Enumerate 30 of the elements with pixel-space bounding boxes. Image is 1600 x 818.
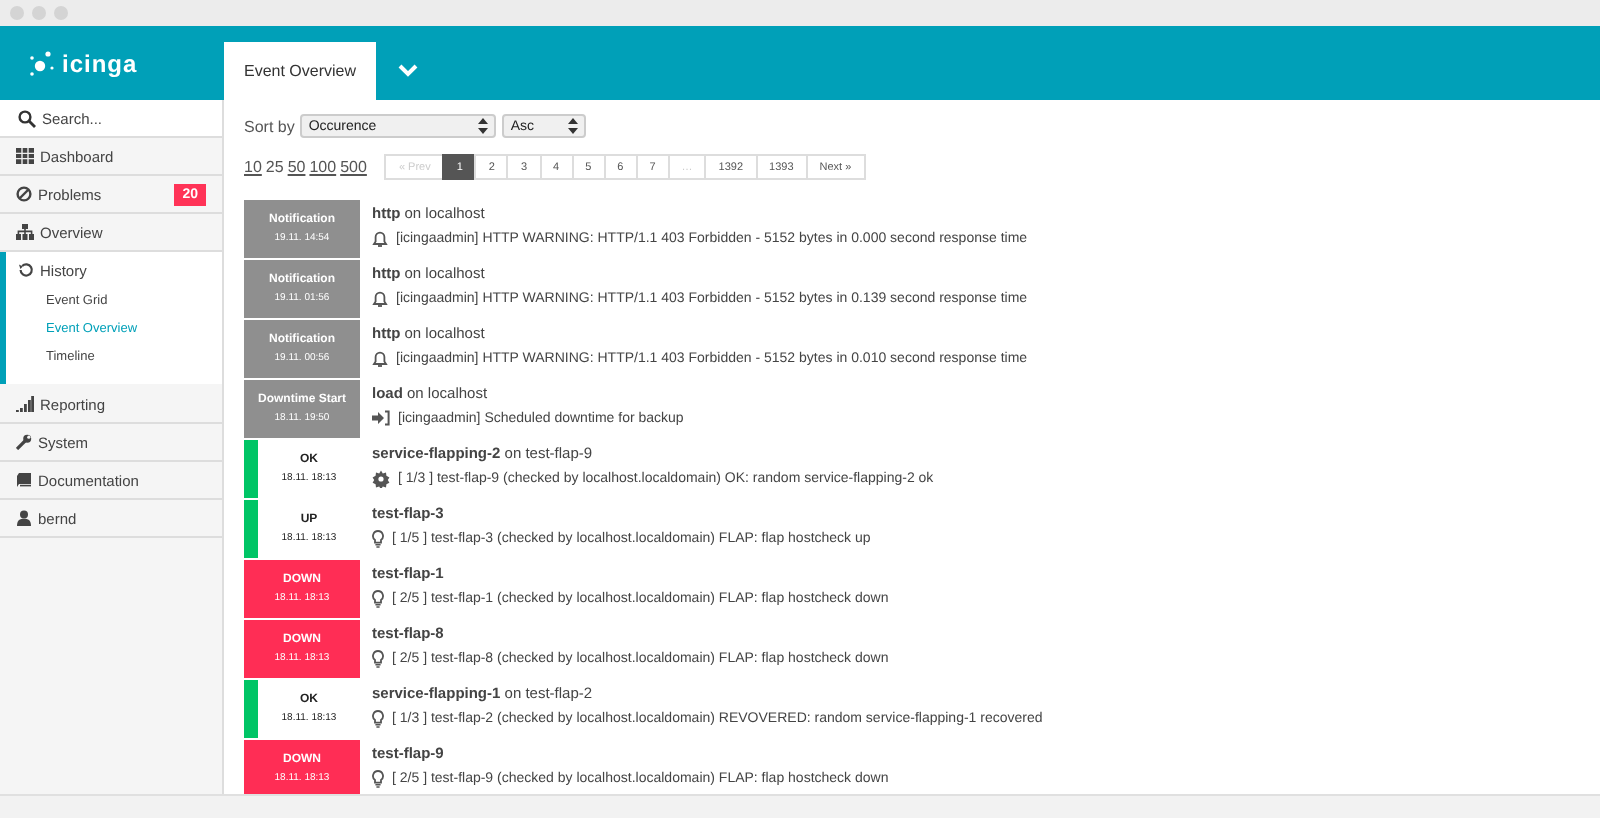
page-size-link[interactable]: 100 bbox=[309, 158, 337, 176]
prohibited-icon bbox=[16, 186, 32, 202]
page-size-link[interactable]: 500 bbox=[340, 158, 367, 176]
wrench-icon bbox=[16, 434, 32, 450]
sitemap-icon bbox=[16, 224, 34, 240]
bell-icon bbox=[372, 230, 388, 248]
lightbulb-icon bbox=[372, 590, 384, 608]
bell-icon bbox=[372, 290, 388, 308]
lightbulb-icon bbox=[372, 650, 384, 668]
sort-label: Sort by bbox=[244, 117, 295, 135]
history-icon bbox=[18, 262, 34, 278]
page-size-link[interactable]: 25 bbox=[265, 158, 284, 176]
user-icon bbox=[16, 510, 32, 526]
logo-dots-icon bbox=[28, 49, 56, 77]
gear-icon bbox=[372, 470, 390, 488]
updown-arrows-icon bbox=[478, 118, 489, 134]
lightbulb-icon bbox=[372, 710, 384, 728]
chevron-down-icon[interactable] bbox=[398, 64, 419, 78]
logo-text: icinga bbox=[62, 49, 138, 77]
sign-in-icon bbox=[372, 410, 390, 426]
lightbulb-icon bbox=[372, 770, 384, 788]
bell-icon bbox=[372, 350, 388, 368]
updown-arrows-icon bbox=[568, 118, 579, 134]
page-size-link[interactable]: 10 bbox=[244, 158, 262, 176]
page-size-link[interactable]: 50 bbox=[287, 158, 306, 176]
signal-bars-icon bbox=[16, 396, 34, 412]
book-icon bbox=[16, 472, 32, 488]
grid-icon bbox=[16, 148, 34, 164]
tab[interactable]: Event Overview bbox=[224, 42, 377, 100]
lightbulb-icon bbox=[372, 530, 384, 548]
